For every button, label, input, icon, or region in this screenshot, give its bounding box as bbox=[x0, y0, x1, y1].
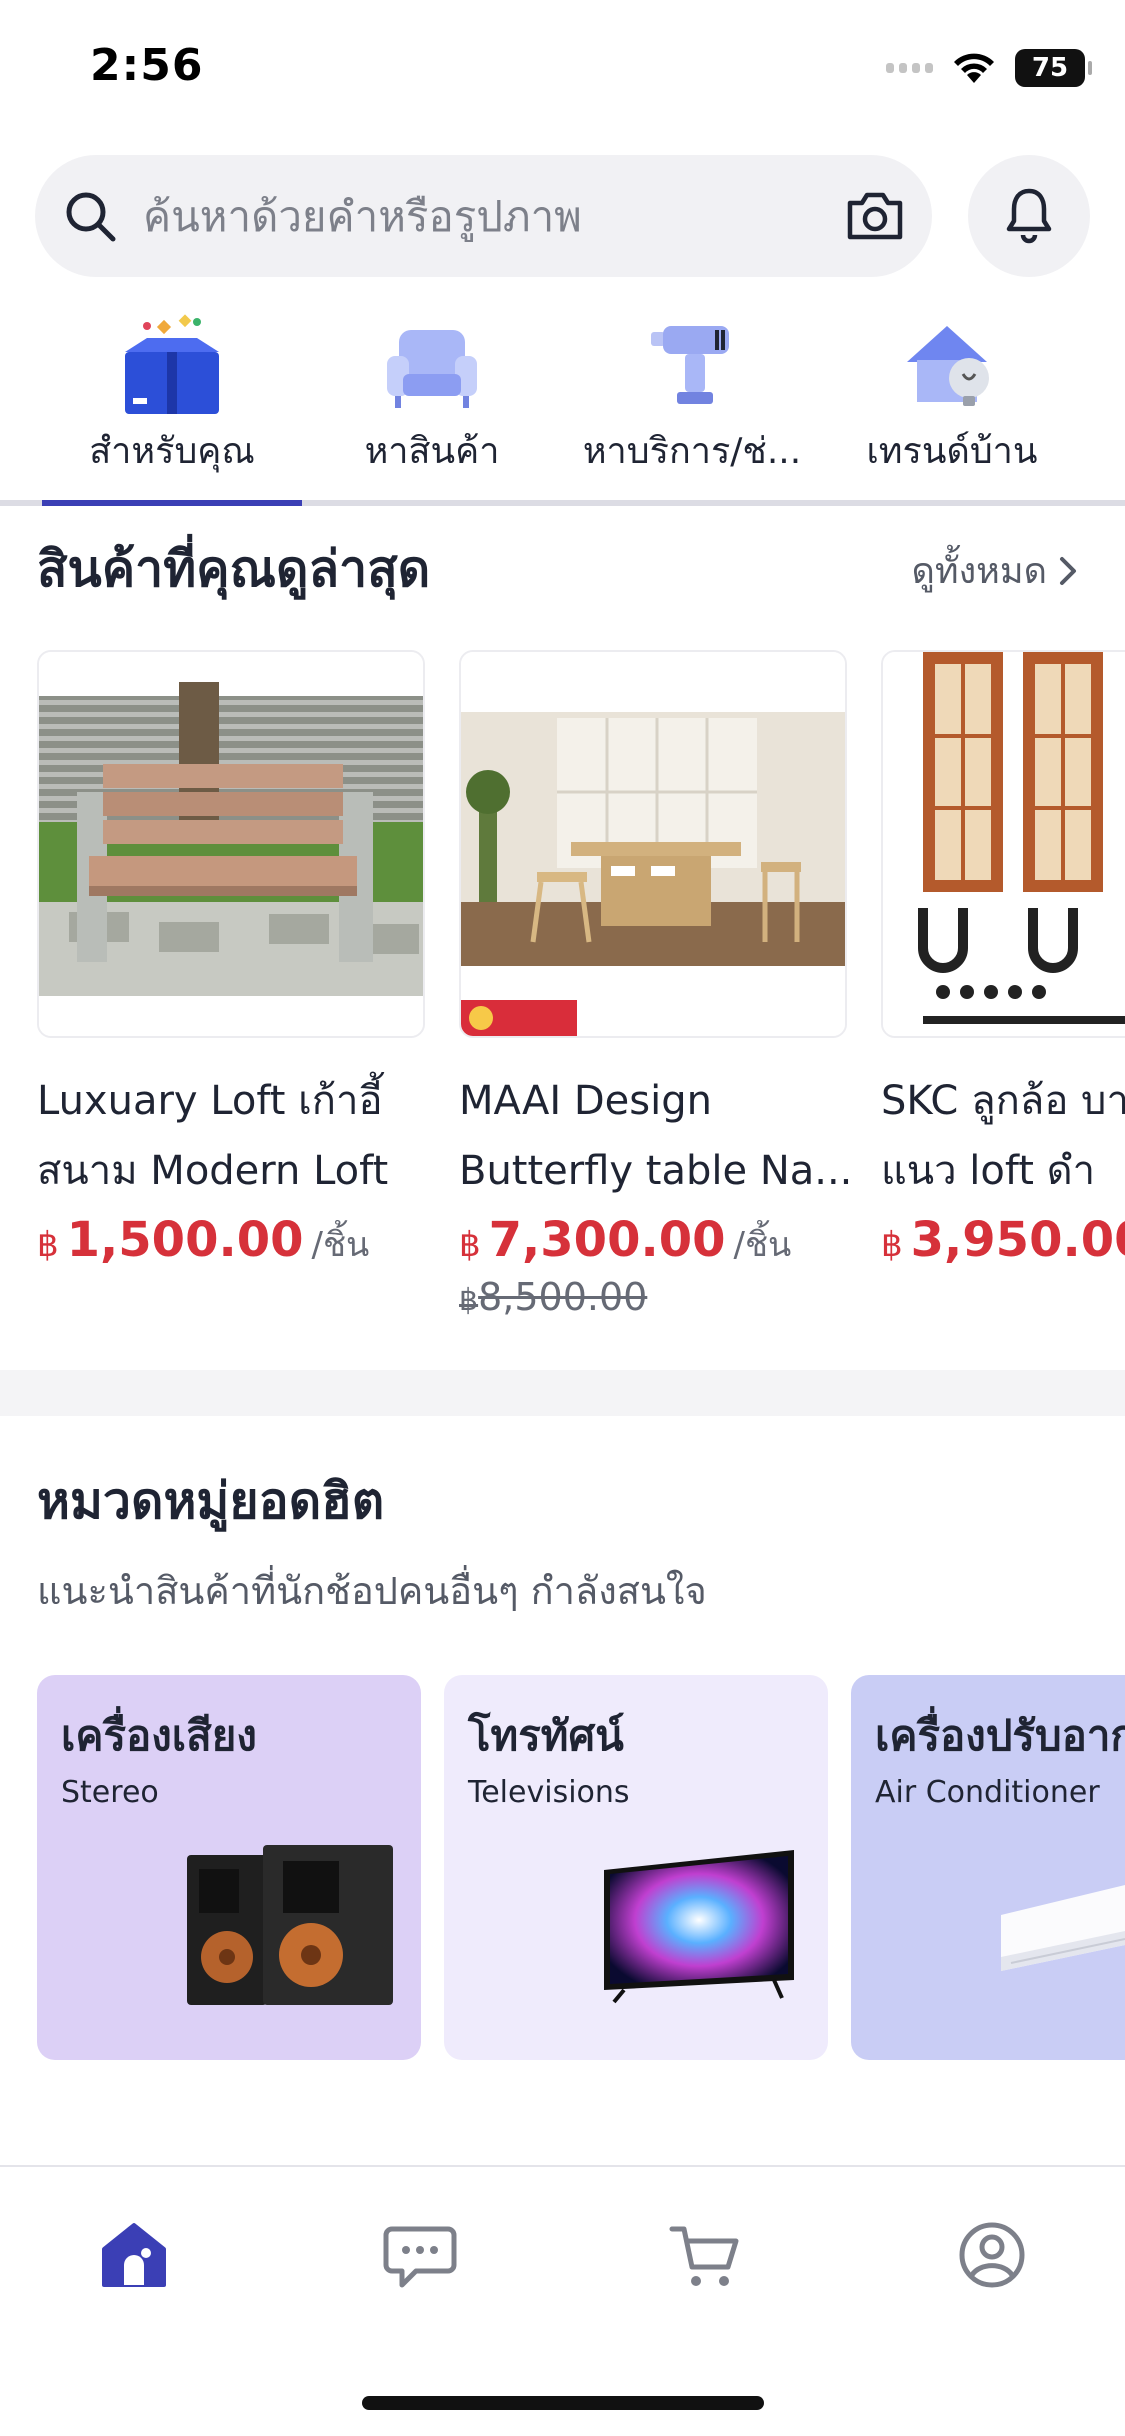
product-card[interactable]: SKC ลูกล้อ บา แนว loft ดำ ฿ 3,950.00 / bbox=[881, 650, 1125, 1268]
nav-profile[interactable] bbox=[952, 2215, 1032, 2295]
signal-icon bbox=[886, 63, 933, 73]
tab-label: เทรนด์บ้าน bbox=[866, 431, 1038, 472]
bell-icon bbox=[1006, 188, 1052, 244]
price-unit: /ชิ้น bbox=[733, 1225, 792, 1265]
camera-icon[interactable] bbox=[844, 187, 906, 245]
notification-button[interactable] bbox=[968, 155, 1090, 277]
category-title: โทรทัศน์ bbox=[468, 1711, 624, 1760]
nav-cart[interactable] bbox=[666, 2215, 746, 2295]
tab-selected-indicator bbox=[42, 500, 302, 506]
sliding-door-hardware-image bbox=[883, 652, 1125, 1036]
product-name-line2: สนาม Modern Loft bbox=[37, 1148, 389, 1194]
status-bar: 2:56 75 bbox=[0, 0, 1125, 140]
recent-products-list: Luxuary Loft เก้าอี้ สนาม Modern Loft ฿ … bbox=[0, 650, 1125, 1350]
status-time: 2:56 bbox=[90, 40, 204, 91]
battery-level: 75 bbox=[1031, 53, 1069, 83]
tab-find-services[interactable]: หาบริการ/ช่... bbox=[562, 300, 822, 500]
product-name-line2: แนว loft ดำ bbox=[881, 1148, 1096, 1194]
product-name-line1: SKC ลูกล้อ บา bbox=[881, 1078, 1125, 1124]
price-line: ฿ 3,950.00 / bbox=[881, 1212, 1125, 1268]
price-unit: /ชิ้น bbox=[311, 1225, 370, 1265]
category-card-televisions[interactable]: โทรทัศน์ Televisions bbox=[444, 1675, 828, 2060]
search-input[interactable] bbox=[143, 185, 843, 247]
tab-find-products[interactable]: หาสินค้า bbox=[302, 300, 562, 500]
wifi-icon bbox=[954, 53, 994, 83]
television-image bbox=[604, 1850, 794, 2004]
nav-home[interactable] bbox=[94, 2215, 174, 2295]
product-card[interactable]: Luxuary Loft เก้าอี้ สนาม Modern Loft ฿ … bbox=[37, 650, 427, 1271]
chat-icon bbox=[383, 2226, 457, 2288]
product-price: 7,300.00 bbox=[488, 1212, 726, 1268]
product-name: MAAI Design Butterfly table Na... bbox=[459, 1066, 879, 1206]
category-title: เครื่องเสียง bbox=[61, 1711, 257, 1760]
product-image bbox=[881, 650, 1125, 1038]
category-subtitle: Stereo bbox=[61, 1775, 159, 1810]
price-line: ฿ 1,500.00 /ชิ้น bbox=[37, 1212, 427, 1271]
search-bar[interactable] bbox=[35, 155, 932, 277]
product-image bbox=[459, 650, 847, 1038]
speakers-image bbox=[187, 1845, 393, 2005]
product-image bbox=[37, 650, 425, 1038]
currency-symbol: ฿ bbox=[459, 1225, 481, 1265]
nav-chat[interactable] bbox=[380, 2215, 460, 2295]
see-all-label: ดูทั้งหมด bbox=[911, 551, 1047, 592]
category-subtitle: Air Conditioner bbox=[875, 1775, 1100, 1810]
recent-section-title: สินค้าที่คุณดูล่าสุด bbox=[37, 540, 431, 598]
category-subtitle: Televisions bbox=[468, 1775, 630, 1810]
gift-box-icon bbox=[125, 314, 219, 414]
search-icon bbox=[66, 192, 116, 242]
tab-for-you[interactable]: สำหรับคุณ bbox=[42, 300, 302, 500]
tab-home-trends[interactable]: เทรนด์บ้าน bbox=[822, 300, 1082, 500]
section-divider bbox=[0, 1370, 1125, 1416]
air-conditioner-image bbox=[1001, 1885, 1125, 1971]
category-card-stereo[interactable]: เครื่องเสียง Stereo bbox=[37, 1675, 421, 2060]
product-name: SKC ลูกล้อ บา แนว loft ดำ bbox=[881, 1066, 1125, 1206]
table-image bbox=[461, 652, 845, 1036]
currency-symbol: ฿ bbox=[881, 1225, 903, 1265]
drill-icon bbox=[651, 326, 729, 404]
price-line: ฿ 7,300.00 /ชิ้น bbox=[459, 1212, 849, 1271]
category-tabs: สำหรับคุณ หาสินค้า หาบริการ/ช่... เทรนด์… bbox=[0, 300, 1125, 510]
currency-symbol: ฿ bbox=[459, 1283, 479, 1318]
product-name-line1: Luxuary Loft เก้าอี้ bbox=[37, 1078, 383, 1124]
product-price: 1,500.00 bbox=[66, 1212, 304, 1268]
cart-icon bbox=[669, 2226, 739, 2286]
original-price-value: 8,500.00 bbox=[478, 1275, 648, 1319]
home-icon bbox=[102, 2223, 166, 2287]
category-card-air-conditioner[interactable]: เครื่องปรับอาก Air Conditioner bbox=[851, 1675, 1125, 2060]
currency-symbol: ฿ bbox=[37, 1225, 59, 1265]
original-price: ฿8,500.00 bbox=[459, 1275, 849, 1319]
armchair-icon bbox=[387, 330, 477, 408]
product-name-line2: Butterfly table Na... bbox=[459, 1148, 853, 1194]
see-all-link[interactable]: ดูทั้งหมด bbox=[911, 542, 1077, 599]
product-name: Luxuary Loft เก้าอี้ สนาม Modern Loft bbox=[37, 1066, 457, 1206]
home-indicator bbox=[362, 2396, 764, 2410]
chevron-right-icon bbox=[1060, 556, 1076, 585]
product-price: 3,950.00 bbox=[910, 1212, 1125, 1268]
profile-icon bbox=[959, 2222, 1025, 2288]
popular-section-subtitle: แนะนำสินค้าที่นักช้อปคนอื่นๆ กำลังสนใจ bbox=[37, 1569, 707, 1613]
popular-section-title: หมวดหมู่ยอดฮิต bbox=[37, 1472, 385, 1530]
house-bulb-icon bbox=[907, 326, 989, 406]
tab-label: หาสินค้า bbox=[364, 431, 500, 472]
product-name-line1: MAAI Design bbox=[459, 1078, 712, 1124]
tab-label: สำหรับคุณ bbox=[89, 431, 255, 472]
popular-categories-list: เครื่องเสียง Stereo โทรทัศน์ Televisions bbox=[0, 1675, 1125, 2060]
bench-image bbox=[39, 652, 423, 1036]
category-title: เครื่องปรับอาก bbox=[875, 1711, 1125, 1760]
battery-icon: 75 bbox=[1015, 49, 1092, 87]
status-indicators: 75 bbox=[886, 48, 1092, 88]
product-card[interactable]: MAAI Design Butterfly table Na... ฿ 7,30… bbox=[459, 650, 852, 1319]
tab-label: หาบริการ/ช่... bbox=[582, 431, 802, 472]
